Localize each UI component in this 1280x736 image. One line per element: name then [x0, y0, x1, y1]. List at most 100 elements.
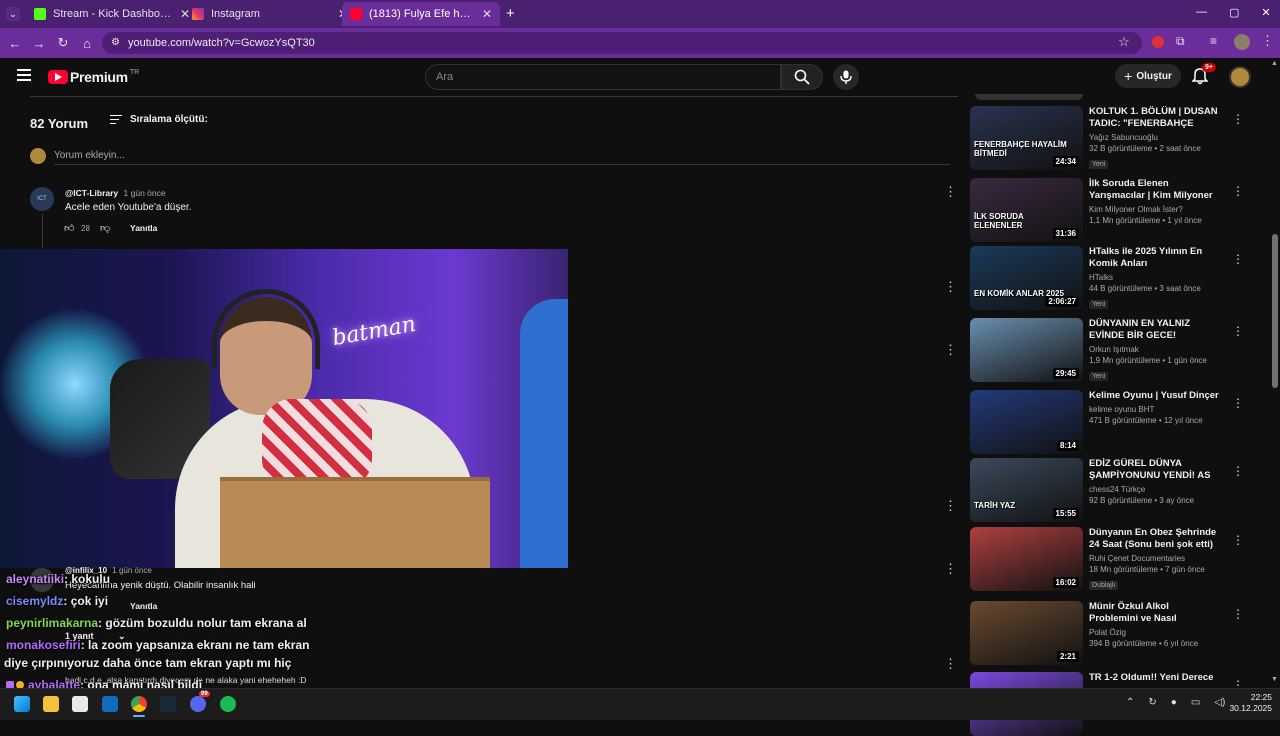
spotify-icon[interactable]	[220, 696, 236, 712]
forward-icon[interactable]: →	[30, 34, 48, 52]
video-title[interactable]: Münir Özkul Alkol Problemini ve Nasıl Üs…	[1089, 601, 1219, 625]
search-input[interactable]: Ara	[425, 64, 781, 90]
video-thumbnail[interactable]: 2:21	[970, 601, 1083, 665]
sidebar-video-card[interactable]: 16:02 Dünyanın En Obez Şehrinde 24 Saat (…	[970, 527, 1244, 591]
video-menu-icon[interactable]: ⋮	[1232, 607, 1244, 621]
browser-menu-icon[interactable]: ⋮	[1261, 33, 1274, 49]
dislike-button[interactable]: 👎︎	[100, 222, 110, 234]
video-menu-icon[interactable]: ⋮	[1232, 324, 1244, 338]
bookmark-star-icon[interactable]: ☆	[1118, 34, 1130, 50]
video-menu-icon[interactable]: ⋮	[1232, 252, 1244, 266]
tab-instagram[interactable]: Instagram ✕	[184, 2, 356, 26]
video-thumbnail[interactable]: 16:02	[970, 527, 1083, 591]
comment-menu-icon[interactable]: ⋮	[944, 656, 957, 672]
video-thumbnail[interactable]: 29:45	[970, 318, 1083, 382]
video-thumbnail[interactable]: FENERBAHÇE HAYALİM BİTMEDİ 24:34	[970, 106, 1083, 170]
sidebar-video-card[interactable]: 2:21 Münir Özkul Alkol Problemini ve Nası…	[970, 601, 1244, 665]
create-button[interactable]: + Oluştur	[1115, 64, 1181, 88]
system-clock[interactable]: 22:25 30.12.2025	[1224, 692, 1272, 714]
site-info-icon[interactable]: ⚙	[111, 32, 120, 54]
back-icon[interactable]: ←	[6, 34, 24, 52]
sync-icon[interactable]: ↻	[1148, 697, 1156, 708]
channel-name[interactable]: Ruhi Çenet Documentaries	[1089, 554, 1219, 563]
store-icon[interactable]	[72, 696, 88, 712]
home-icon[interactable]: ⌂	[78, 34, 96, 52]
tab-kick-dashboard[interactable]: Stream - Kick Dashboard ✕	[26, 2, 198, 26]
youtube-logo[interactable]: Premium TR	[48, 69, 139, 85]
media-control-icon[interactable]: ≡	[1210, 34, 1217, 48]
video-menu-icon[interactable]: ⋮	[1232, 112, 1244, 126]
video-title[interactable]: Kelime Oyunu | Yusuf Dinçer	[1089, 390, 1219, 402]
chrome-icon[interactable]	[131, 696, 147, 712]
scroll-down-icon[interactable]: ▼	[1271, 676, 1278, 683]
windows-start-icon[interactable]	[14, 696, 30, 712]
video-menu-icon[interactable]: ⋮	[1232, 464, 1244, 478]
like-button[interactable]: 👍︎	[64, 222, 74, 234]
channel-name[interactable]: kelime oyunu BHT	[1089, 405, 1219, 414]
sort-comments-button[interactable]: Sıralama ölçütü:	[110, 114, 208, 125]
scroll-up-icon[interactable]: ▲	[1271, 60, 1278, 67]
comment-menu-icon[interactable]: ⋮	[944, 561, 957, 577]
profile-avatar[interactable]	[1234, 34, 1250, 50]
extension-record-icon[interactable]	[1152, 36, 1164, 48]
minimize-icon[interactable]: —	[1196, 6, 1207, 19]
sidebar-video-card[interactable]: 29:45 DÜNYANIN EN YALNIZ EVİNDE BİR GECE!…	[970, 318, 1244, 382]
search-button[interactable]	[781, 64, 823, 90]
extensions-icon[interactable]: ⧉	[1176, 34, 1185, 49]
outlook-icon[interactable]	[102, 696, 118, 712]
add-comment-input[interactable]: Yorum ekleyin...	[54, 150, 950, 165]
steam-icon[interactable]	[160, 696, 176, 712]
microphone-tray-icon[interactable]: ●	[1171, 697, 1177, 708]
channel-name[interactable]: Yağız Sabuncuoğlu	[1089, 133, 1219, 142]
video-title[interactable]: Dünyanın En Obez Şehrinde 24 Saat (Sonu …	[1089, 527, 1219, 551]
video-thumbnail[interactable]: TARİH YAZ 15:55	[970, 458, 1083, 522]
video-thumbnail[interactable]: 8:14	[970, 390, 1083, 454]
comment-menu-icon[interactable]: ⋮	[944, 184, 957, 200]
video-title[interactable]: EDİZ GÜREL DÜNYA ŞAMPİYONUNU YENDİ! AS .…	[1089, 458, 1219, 482]
address-bar[interactable]: ⚙ youtube.com/watch?v=GcwozYsQT30	[102, 32, 1142, 54]
sidebar-video-card[interactable]: TARİH YAZ 15:55 EDİZ GÜREL DÜNYA ŞAMPİYONU…	[970, 458, 1244, 522]
video-title[interactable]: TR 1-2 Oldum!! Yeni Derece	[1089, 672, 1219, 684]
channel-name[interactable]: Orkun Işıtmak	[1089, 345, 1219, 354]
video-title[interactable]: KOLTUK 1. BÖLÜM | DUSAN TADIC: "FENERBAH…	[1089, 106, 1219, 130]
video-title[interactable]: HTalks ile 2025 Yılının En Komik Anları	[1089, 246, 1219, 270]
comment-author[interactable]: @ICT-Library	[65, 188, 118, 198]
maximize-icon[interactable]: ▢	[1229, 6, 1239, 19]
reply-button[interactable]: Yanıtla	[130, 223, 157, 233]
comment-avatar[interactable]: ICT	[30, 187, 54, 211]
channel-name[interactable]: Polat Özig	[1089, 628, 1219, 637]
channel-name[interactable]: Kim Milyoner Olmak İster?	[1089, 205, 1219, 214]
notifications-button[interactable]: 9+	[1191, 63, 1216, 85]
comment-menu-icon[interactable]: ⋮	[944, 342, 957, 358]
page-scrollbar[interactable]: ▲ ▼	[1270, 58, 1280, 688]
channel-name[interactable]: HTalks	[1089, 273, 1219, 282]
sidebar-video-card[interactable]: 8:14 Kelime Oyunu | Yusuf Dinçer kelime oy…	[970, 390, 1244, 454]
tab-youtube[interactable]: (1813) Fulya Efe heyecandan ilk... ✕	[342, 2, 500, 26]
monitor-icon[interactable]: ▭	[1191, 697, 1200, 708]
comment-menu-icon[interactable]: ⋮	[944, 498, 957, 514]
hamburger-menu-icon[interactable]	[17, 69, 31, 81]
channel-name[interactable]: chess24 Türkçe	[1089, 485, 1219, 494]
scrollbar-thumb[interactable]	[1272, 234, 1278, 388]
video-thumbnail[interactable]: İLK SORUDA ELENENLER 31:36	[970, 178, 1083, 242]
reload-icon[interactable]: ↻	[54, 34, 72, 52]
new-tab-button[interactable]: +	[506, 5, 515, 22]
video-menu-icon[interactable]: ⋮	[1232, 533, 1244, 547]
sidebar-video-card[interactable]: FENERBAHÇE HAYALİM BİTMEDİ 24:34 KOLTUK 1.…	[970, 106, 1244, 170]
close-window-icon[interactable]: ✕	[1261, 6, 1270, 19]
comment-menu-icon[interactable]: ⋮	[944, 279, 957, 295]
discord-icon[interactable]: 99	[190, 691, 210, 712]
tab-search-button[interactable]: ⌄	[6, 7, 20, 21]
video-menu-icon[interactable]: ⋮	[1232, 396, 1244, 410]
close-tab-icon[interactable]: ✕	[482, 7, 492, 21]
account-avatar[interactable]	[1229, 66, 1251, 88]
voice-search-button[interactable]	[833, 64, 859, 90]
sidebar-video-card[interactable]: EN KOMİK ANLAR 2025 2:06:27 HTalks ile 202…	[970, 246, 1244, 310]
video-menu-icon[interactable]: ⋮	[1232, 184, 1244, 198]
video-thumbnail[interactable]: EN KOMİK ANLAR 2025 2:06:27	[970, 246, 1083, 310]
video-title[interactable]: DÜNYANIN EN YALNIZ EVİNDE BİR GECE!	[1089, 318, 1219, 342]
reply-button[interactable]: Yanıtla	[130, 601, 157, 611]
chevron-up-icon[interactable]: ⌃	[1126, 697, 1134, 708]
file-explorer-icon[interactable]	[43, 696, 59, 712]
video-title[interactable]: İlk Soruda Elenen Yarışmacılar | Kim Mil…	[1089, 178, 1219, 202]
